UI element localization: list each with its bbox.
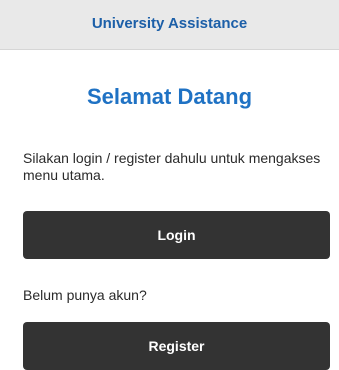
no-account-text: Belum punya akun? xyxy=(23,287,147,303)
app-header: University Assistance xyxy=(0,0,339,50)
app-title: University Assistance xyxy=(91,15,248,32)
welcome-title: Selamat Datang xyxy=(86,84,253,109)
login-button[interactable]: Login xyxy=(23,211,330,259)
instruction-text: Silakan login / register dahulu untuk me… xyxy=(23,150,321,183)
register-button[interactable]: Register xyxy=(23,322,330,370)
